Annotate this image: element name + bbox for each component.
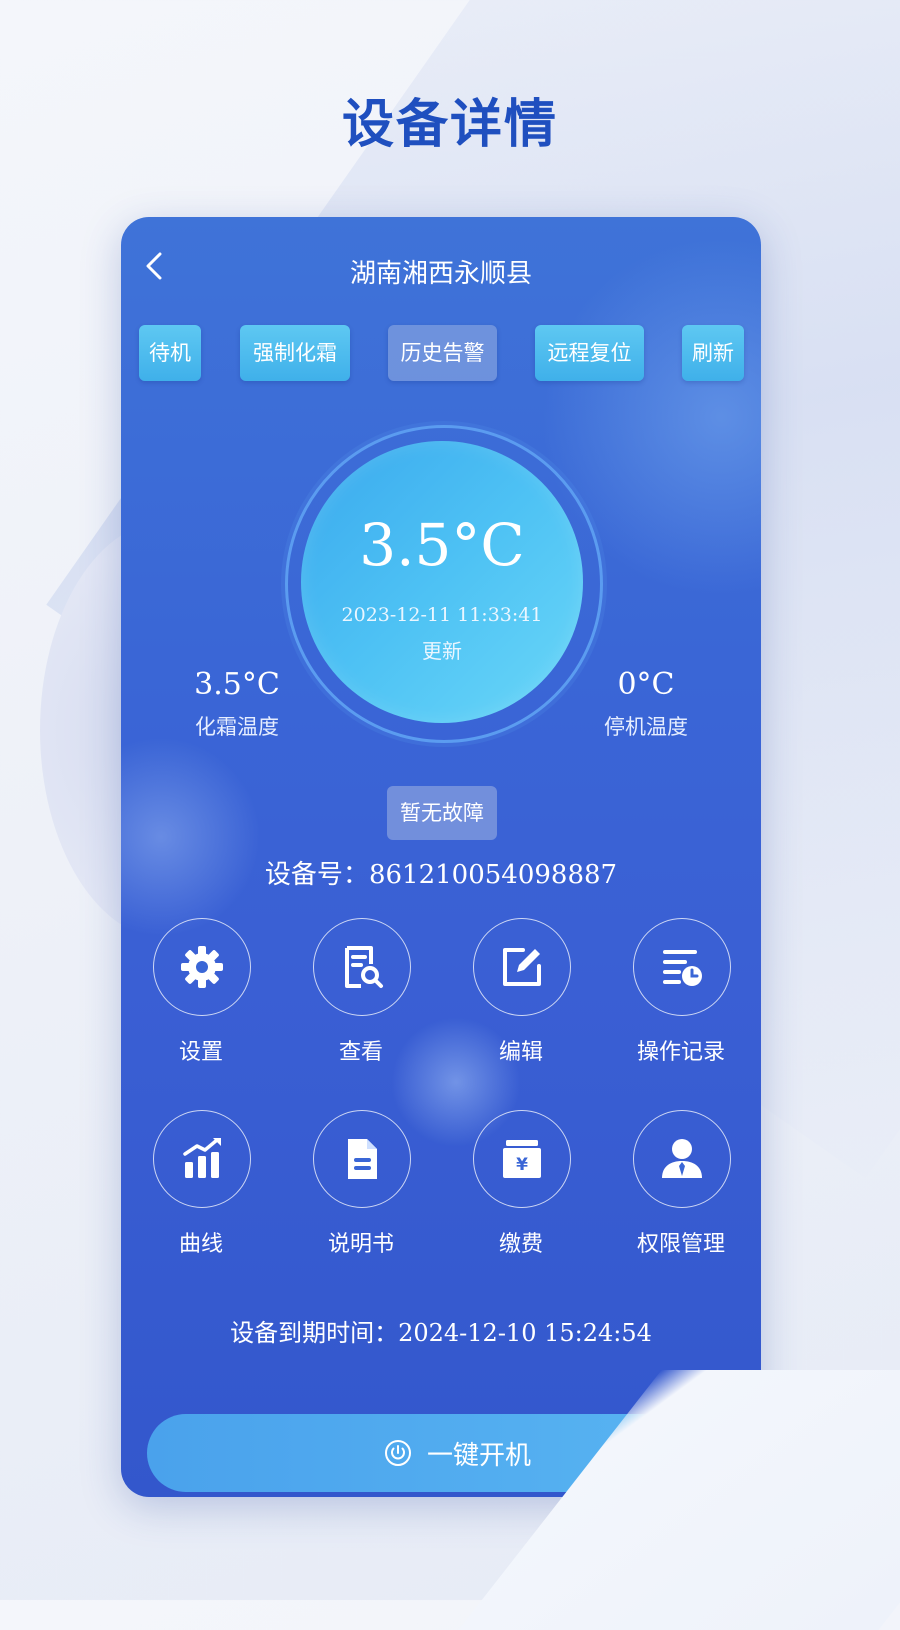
user-permission-icon: [662, 1139, 702, 1178]
action-bar: 待机 强制化霜 历史告警 远程复位 刷新: [121, 325, 761, 383]
refresh-button[interactable]: 刷新: [682, 325, 744, 381]
payment-icon: ¥: [503, 1140, 541, 1178]
temperature-dial: 3.5°C 2023-12-11 11:33:41 更新: [301, 441, 583, 723]
menu-label: 缴费: [498, 1232, 543, 1257]
manual-icon: [348, 1139, 377, 1179]
stop-temperature-label: 停机温度: [604, 715, 688, 739]
page-headline: 设备详情: [341, 95, 558, 155]
defrost-temperature-label: 化霜温度: [195, 715, 279, 739]
remote-reset-button[interactable]: 远程复位: [535, 325, 644, 381]
current-temperature: 3.5°C: [359, 511, 525, 579]
menu-label: 设置: [178, 1040, 223, 1065]
menu-label: 查看: [338, 1040, 383, 1065]
menu-label: 操作记录: [636, 1040, 725, 1065]
force-defrost-button[interactable]: 强制化霜: [240, 325, 350, 381]
menu-payment[interactable]: ¥ 缴费: [441, 1110, 601, 1260]
chart-icon: [183, 1138, 221, 1178]
gear-icon: [181, 946, 223, 988]
decor-glow: [121, 737, 261, 937]
menu-view[interactable]: 查看: [281, 918, 441, 1068]
device-detail-screen: 湖南湘西永顺县 待机 强制化霜 历史告警 远程复位 刷新 3.5°C 2023-…: [121, 217, 761, 1497]
update-label: 更新: [422, 639, 462, 663]
edit-icon: [503, 948, 541, 986]
standby-button[interactable]: 待机: [139, 325, 201, 381]
power-icon: [384, 1440, 411, 1466]
nav-title: 湖南湘西永顺县: [349, 259, 532, 289]
device-number-value: 861210054098887: [368, 860, 618, 890]
menu-label: 编辑: [498, 1040, 543, 1065]
menu-label: 说明书: [327, 1232, 394, 1257]
expire-time: 设备到期时间：2024-12-10 15:24:54: [121, 1313, 761, 1348]
device-number: 设备号：861210054098887: [121, 854, 761, 891]
defrost-temperature-value: 3.5°C: [194, 667, 280, 702]
menu-label: 曲线: [178, 1232, 223, 1257]
menu-settings[interactable]: 设置: [121, 918, 281, 1068]
stop-temperature-value: 0°C: [617, 667, 675, 702]
menu-operation-log[interactable]: 操作记录: [601, 918, 761, 1068]
menu-permission[interactable]: 权限管理: [601, 1110, 761, 1260]
menu-label: 权限管理: [636, 1232, 725, 1257]
update-time: 2023-12-11 11:33:41: [341, 604, 543, 626]
menu-manual[interactable]: 说明书: [281, 1110, 441, 1260]
expire-value: 2024-12-10 15:24:54: [398, 1319, 652, 1347]
operation-log-icon: [663, 950, 702, 986]
history-alarm-button[interactable]: 历史告警: [388, 325, 497, 381]
svg-text:¥: ¥: [516, 1155, 528, 1175]
expire-label: 设备到期时间：: [230, 1319, 399, 1347]
power-button-label: 一键开机: [426, 1440, 531, 1471]
menu-edit[interactable]: 编辑: [441, 918, 601, 1068]
menu-chart[interactable]: 曲线: [121, 1110, 281, 1260]
fault-status-badge: 暂无故障: [387, 786, 497, 840]
view-document-icon: [345, 946, 383, 988]
device-number-label: 设备号：: [264, 860, 369, 890]
